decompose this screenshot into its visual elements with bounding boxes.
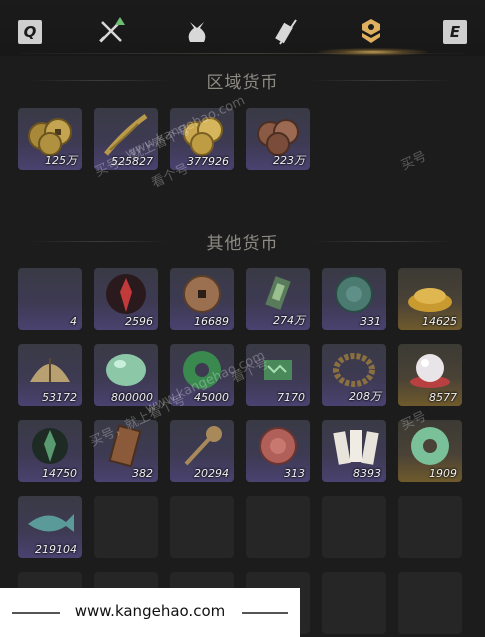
jade-fish-icon xyxy=(28,514,74,532)
item-quantity: 20294 xyxy=(194,467,229,480)
item-quantity: 125万 xyxy=(45,154,77,167)
pearl-icon xyxy=(410,354,450,388)
currency-slot[interactable]: 223万 xyxy=(246,108,310,170)
pouch-icon xyxy=(188,22,206,42)
item-quantity: 800000 xyxy=(111,391,153,404)
empty-slot xyxy=(170,496,234,558)
currency-slot[interactable]: 1909 xyxy=(398,420,462,482)
item-quantity: 8577 xyxy=(429,391,457,404)
currency-slot[interactable]: 14625 xyxy=(398,268,462,330)
currency-slot[interactable]: 274万 xyxy=(246,268,310,330)
gold-ingot-pile-icon xyxy=(408,288,452,312)
item-quantity: 223万 xyxy=(273,154,305,167)
gold-coin-pile-icon xyxy=(28,118,72,156)
section-title-other: 其他货币 xyxy=(206,234,279,254)
currency-slot[interactable]: 2596 xyxy=(94,268,158,330)
jade-disc-icon xyxy=(183,351,221,389)
bead-bracelet-icon xyxy=(333,353,375,387)
shell-coin-icon xyxy=(30,358,70,382)
copper-coin-pile-icon xyxy=(257,119,299,156)
item-quantity: 45000 xyxy=(194,391,229,404)
green-crystal-icon xyxy=(32,428,68,464)
item-quantity: 14750 xyxy=(42,467,77,480)
jade-bi-ring-icon xyxy=(411,427,449,465)
red-seal-icon xyxy=(259,427,297,465)
currency-slot[interactable]: 45000 xyxy=(170,344,234,406)
currency-slot[interactable]: 377926 xyxy=(170,108,234,170)
spade-coin-icon xyxy=(184,426,222,466)
active-tab-indicator xyxy=(318,48,428,56)
currency-slot[interactable]: 4 xyxy=(18,268,82,330)
item-quantity: 208万 xyxy=(349,390,381,403)
item-quantity: 525827 xyxy=(111,155,153,168)
item-quantity: 274万 xyxy=(273,314,305,327)
currency-slot[interactable]: 20294 xyxy=(170,420,234,482)
prev-tab-key[interactable]: Q xyxy=(18,20,42,44)
top-tab-bar: Q E xyxy=(0,0,485,56)
currency-slot[interactable]: 331 xyxy=(322,268,386,330)
currency-slot[interactable]: 53172 xyxy=(18,344,82,406)
bronze-plaque-icon xyxy=(108,424,142,468)
empty-slot xyxy=(398,572,462,634)
currency-slot[interactable]: 525827 xyxy=(94,108,158,170)
footer-rule-right xyxy=(242,612,288,614)
tab-equipment[interactable] xyxy=(94,14,128,48)
next-tab-key[interactable]: E xyxy=(443,20,467,44)
gold-coin-stack-icon xyxy=(183,117,223,156)
coin-string-icon xyxy=(104,113,148,156)
watermark-text: 买号 xyxy=(398,149,429,174)
item-quantity: 14625 xyxy=(422,315,457,328)
currency-slot[interactable]: 382 xyxy=(94,420,158,482)
currency-slot[interactable]: 208万 xyxy=(322,344,386,406)
item-quantity: 53172 xyxy=(42,391,77,404)
currency-slot[interactable]: 8577 xyxy=(398,344,462,406)
crossed-swords-icon xyxy=(99,17,125,43)
section-title-regional: 区域货币 xyxy=(206,73,279,93)
tab-currency[interactable] xyxy=(354,14,388,48)
empty-slot xyxy=(246,496,310,558)
currency-slot[interactable]: 125万 xyxy=(18,108,82,170)
item-quantity: 331 xyxy=(360,315,381,328)
currency-badge-icon xyxy=(362,19,380,43)
tab-items[interactable] xyxy=(180,14,214,48)
scroll-brush-icon xyxy=(275,19,297,45)
item-quantity: 8393 xyxy=(353,467,381,480)
empty-slot xyxy=(322,496,386,558)
red-crystal-icon xyxy=(106,274,146,314)
tab-documents[interactable] xyxy=(268,14,302,48)
item-quantity: 382 xyxy=(132,467,153,480)
item-quantity: 1909 xyxy=(429,467,457,480)
item-quantity: 2596 xyxy=(125,315,153,328)
currency-slot[interactable]: 7170 xyxy=(246,344,310,406)
item-quantity: 4 xyxy=(70,315,77,328)
jade-token-icon xyxy=(265,276,291,310)
footer-url: www.kangehao.com xyxy=(74,602,226,620)
item-quantity: 219104 xyxy=(35,543,77,556)
crescent-jade-icon xyxy=(32,278,68,313)
item-quantity: 16689 xyxy=(194,315,229,328)
currency-slot[interactable]: 14750 xyxy=(18,420,82,482)
green-stone-coin-icon xyxy=(335,275,373,313)
empty-slot xyxy=(398,496,462,558)
jade-pebble-icon xyxy=(106,354,146,386)
currency-slot[interactable]: 800000 xyxy=(94,344,158,406)
currency-slot[interactable]: 8393 xyxy=(322,420,386,482)
currency-slot[interactable]: 16689 xyxy=(170,268,234,330)
jade-tally-icon xyxy=(264,360,292,380)
item-quantity: 377926 xyxy=(187,155,229,168)
currency-slot[interactable]: 219104 xyxy=(18,496,82,558)
empty-slot xyxy=(94,496,158,558)
currency-slot[interactable]: 313 xyxy=(246,420,310,482)
item-quantity: 7170 xyxy=(277,391,305,404)
site-footer-banner: www.kangehao.com xyxy=(0,588,300,637)
empty-slot xyxy=(322,572,386,634)
item-quantity: 313 xyxy=(284,467,305,480)
bronze-coin-icon xyxy=(183,275,221,313)
paper-notes-icon xyxy=(333,430,379,465)
